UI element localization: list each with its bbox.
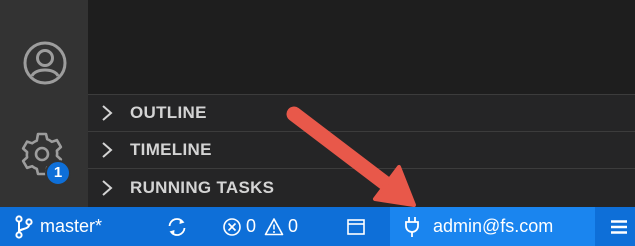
error-icon (223, 217, 241, 236)
sidebar-panel: OUTLINE TIMELINE RUNNING TASKS (88, 0, 635, 207)
status-bar: master* 0 0 admin@fs.com (0, 207, 635, 246)
error-count: 0 (246, 216, 257, 236)
plug-icon (405, 216, 419, 237)
branch-name: master* (40, 216, 103, 236)
section-outline[interactable]: OUTLINE (88, 94, 635, 131)
activity-bar: 1 (0, 0, 88, 207)
branch-status-item[interactable]: master* (14, 207, 102, 246)
section-running-tasks[interactable]: RUNNING TASKS (88, 168, 635, 207)
problems-status-item[interactable]: 0 0 (222, 207, 298, 246)
account-icon[interactable] (20, 38, 70, 88)
git-branch-icon (15, 214, 33, 239)
notification-badge: 1 (45, 160, 71, 186)
warning-count: 0 (288, 216, 299, 236)
sync-icon (168, 217, 186, 236)
remote-host-label: admin@fs.com (433, 216, 554, 236)
sidebar-empty-area (88, 0, 635, 94)
remote-connection-item[interactable]: admin@fs.com (390, 207, 595, 246)
panel-toggle-button[interactable] (346, 207, 366, 246)
section-timeline[interactable]: TIMELINE (88, 131, 635, 168)
menu-button[interactable] (610, 207, 628, 246)
manage-gear-button[interactable]: 1 (18, 130, 74, 186)
warning-icon (264, 217, 284, 235)
section-outline-label: OUTLINE (130, 103, 207, 122)
section-timeline-label: TIMELINE (130, 140, 212, 159)
chevron-right-icon (100, 104, 130, 122)
section-running-tasks-label: RUNNING TASKS (130, 178, 275, 197)
chevron-right-icon (100, 179, 130, 197)
sync-button[interactable] (166, 207, 188, 246)
chevron-right-icon (100, 141, 130, 159)
hamburger-menu-icon (611, 219, 627, 234)
panel-layout-icon (347, 218, 365, 235)
